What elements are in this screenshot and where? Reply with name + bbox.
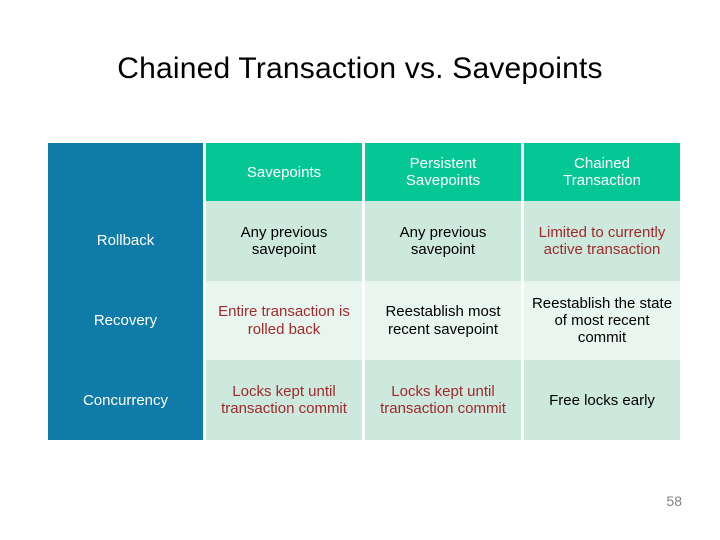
cell-rollback-persistent-savepoints: Any previous savepoint [365, 201, 521, 281]
header-cell-chained-transaction-line1: Chained [574, 154, 630, 172]
comparison-table: Savepoints Persistent Savepoints Chained… [45, 143, 683, 440]
cell-rollback-chained-transaction: Limited to currently active transaction [524, 201, 680, 281]
header-cell-persistent-savepoints: Persistent Savepoints [365, 143, 521, 202]
header-blank-cell [48, 143, 203, 202]
comparison-table-container: Savepoints Persistent Savepoints Chained… [48, 143, 680, 440]
row-label-rollback: Rollback [48, 201, 203, 281]
cell-recovery-chained-transaction: Reestablish the state of most recent com… [524, 280, 680, 361]
table-row: Concurrency Locks kept until transaction… [48, 360, 680, 440]
header-cell-savepoints: Savepoints [206, 143, 362, 202]
table-row: Rollback Any previous savepoint Any prev… [48, 201, 680, 281]
cell-concurrency-chained-transaction: Free locks early [524, 360, 680, 440]
cell-rollback-savepoints: Any previous savepoint [206, 201, 362, 281]
header-cell-chained-transaction-line2: Transaction [563, 172, 641, 190]
row-label-recovery: Recovery [48, 280, 203, 361]
header-cell-persistent-savepoints-line1: Persistent [409, 154, 477, 172]
slide-title: Chained Transaction vs. Savepoints [117, 52, 603, 85]
row-label-concurrency: Concurrency [48, 360, 203, 440]
header-cell-chained-transaction: Chained Transaction [524, 143, 680, 202]
table-header-row: Savepoints Persistent Savepoints Chained… [48, 143, 680, 202]
header-cell-persistent-savepoints-line2: Savepoints [405, 172, 481, 190]
page-number: 58 [666, 493, 682, 509]
cell-concurrency-persistent-savepoints: Locks kept until transaction commit [365, 360, 521, 440]
cell-recovery-savepoints: Entire transaction is rolled back [206, 280, 362, 361]
cell-recovery-persistent-savepoints: Reestablish most recent savepoint [365, 280, 521, 361]
table-row: Recovery Entire transaction is rolled ba… [48, 280, 680, 361]
cell-concurrency-savepoints: Locks kept until transaction commit [206, 360, 362, 440]
